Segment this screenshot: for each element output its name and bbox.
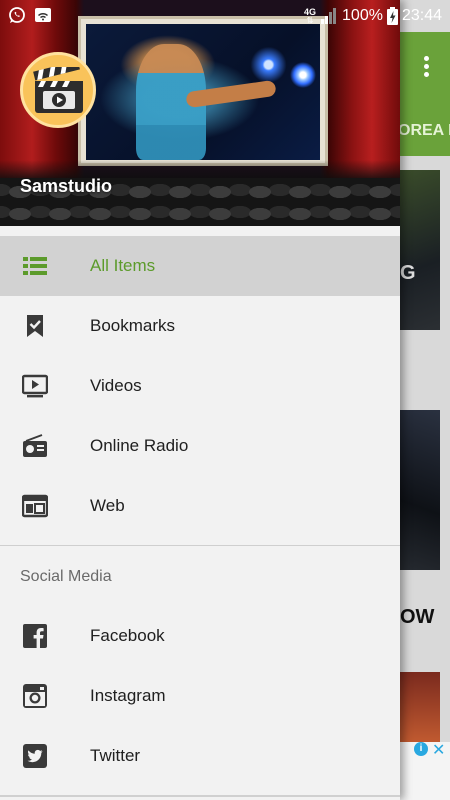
battery-percentage: 100% [342,7,383,24]
menu-item-label: Facebook [90,626,165,645]
ad-info-icon[interactable]: i [414,742,428,756]
menu-divider [0,795,400,797]
app-name: Samstudio [20,176,113,196]
navigation-drawer: Samstudio All Items Bookmarks Videos Onl… [0,0,400,800]
signal-strength-icon [321,8,337,24]
ad-close-icon[interactable]: ✕ [432,740,445,760]
menu-item-instagram[interactable]: Instagram [0,666,400,726]
background-card-label: OW [400,606,435,628]
menu-item-videos[interactable]: Videos [0,356,400,416]
section-header-social-media: Social Media [0,546,400,598]
menu-item-online-radio[interactable]: Online Radio [0,416,400,476]
menu-item-all-items[interactable]: All Items [0,236,400,296]
section-title: Social Media [20,568,112,585]
menu-item-label: Web [90,496,125,515]
network-type-indicator: 4G ⇅ [304,6,317,25]
status-bar: 4G ⇅ 100% 23:44 [0,0,450,32]
header-cover-image [86,24,320,160]
menu-item-label: Twitter [90,746,141,765]
drawer-header: Samstudio [0,0,400,226]
web-window-icon [22,494,48,518]
menu-item-label: Bookmarks [90,316,176,335]
wifi-notification-icon [35,8,51,22]
menu-item-label: Videos [90,376,142,395]
menu-item-bookmarks[interactable]: Bookmarks [0,296,400,356]
background-card [400,170,440,330]
drawer-menu: All Items Bookmarks Videos Online Radio … [0,236,400,786]
bookmark-icon [27,315,43,337]
menu-item-label: Online Radio [90,436,189,455]
overflow-menu-icon[interactable] [424,56,430,77]
radio-icon [23,434,47,457]
menu-item-twitter[interactable]: Twitter [0,726,400,786]
whatsapp-icon [9,7,25,23]
clock: 23:44 [401,7,442,24]
menu-item-label: Instagram [90,686,166,705]
list-icon [23,257,47,275]
stage-light [290,62,316,88]
battery-charging-icon [386,7,398,25]
menu-item-facebook[interactable]: Facebook [0,606,400,666]
ad-banner[interactable]: i ✕ [400,742,450,800]
background-card [400,410,440,570]
background-tab-label: OREA N [398,122,450,139]
menu-item-label: All Items [90,256,156,275]
instagram-icon [23,684,47,708]
menu-item-web[interactable]: Web [0,476,400,536]
video-player-icon [22,374,48,398]
clapperboard-icon [33,67,83,113]
facebook-icon [23,624,47,648]
app-logo [20,52,96,128]
background-card-label: G [400,262,416,284]
twitter-icon [23,744,47,768]
background-card [400,672,440,742]
